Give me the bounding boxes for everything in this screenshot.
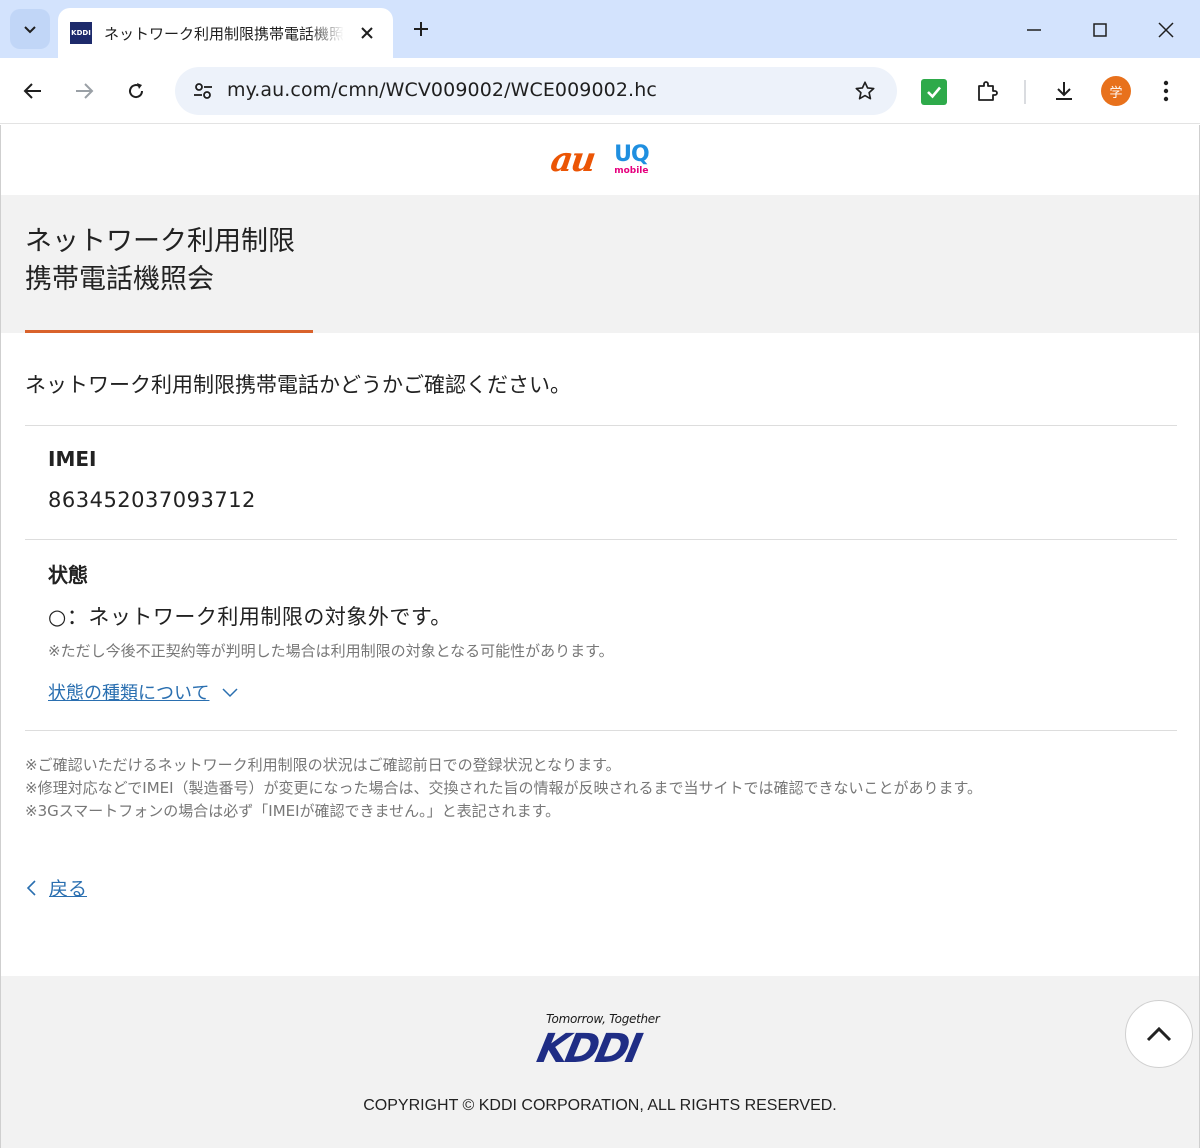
extension-check-button[interactable] [921,79,947,105]
close-window-button[interactable] [1146,10,1186,50]
chevron-down-icon [221,686,239,698]
page-title: ネットワーク利用制限 携帯電話機照会 [25,223,295,299]
toolbar-separator [1024,80,1026,104]
uq-logo-sub: mobile [614,166,649,176]
profile-avatar[interactable]: 学 [1101,76,1131,106]
copyright-text: COPYRIGHT © KDDI CORPORATION, ALL RIGHTS… [363,1097,837,1114]
url-text[interactable]: my.au.com/cmn/WCV009002/WCE009002.hc [227,79,657,101]
arrow-right-icon [76,83,94,99]
kddi-wordmark: KDDI [533,1026,644,1072]
page-title-line2: 携帯電話機照会 [25,264,214,295]
extensions-button[interactable] [967,71,1007,111]
close-icon [1158,22,1174,38]
status-note: ※ただし今後不正契約等が判明した場合は利用制限の対象となる可能性があります。 [48,642,614,660]
status-value: ○：ネットワーク利用制限の対象外です。 [48,605,452,629]
plus-icon [414,22,428,36]
kddi-tagline: Tomorrow, Together [546,1012,660,1026]
browser-menu-button[interactable] [1146,71,1186,111]
page-content: au UQ mobile ネットワーク利用制限 携帯電話機照会 ネットワーク利用… [0,125,1200,1148]
divider [25,730,1177,731]
maximize-button[interactable] [1080,10,1120,50]
chevron-down-icon [24,26,36,34]
imei-label: IMEI [48,447,97,471]
check-icon [927,86,941,99]
kddi-logo[interactable]: Tomorrow, Together KDDI [533,1012,668,1072]
browser-titlebar: KDDI ネットワーク利用制限携帯電話機照会 [0,0,1200,58]
more-vertical-icon [1163,80,1169,102]
divider [25,425,1177,426]
divider [25,539,1177,540]
title-band: ネットワーク利用制限 携帯電話機照会 [1,195,1199,333]
close-icon [361,27,373,39]
star-icon [855,81,875,100]
forward-nav-button[interactable] [64,71,104,111]
status-types-link-label: 状態の種類について [48,683,210,704]
tune-icon [194,83,212,99]
browser-toolbar: my.au.com/cmn/WCV009002/WCE009002.hc [0,58,1200,124]
note-line: ※ご確認いただけるネットワーク利用制限の状況はご確認前日での登録状況となります。 [25,756,621,774]
tab-close-button[interactable] [355,21,379,45]
address-bar[interactable]: my.au.com/cmn/WCV009002/WCE009002.hc [175,67,897,115]
uq-mobile-logo[interactable]: UQ mobile [614,142,650,176]
status-label: 状態 [48,563,88,587]
note-line: ※3Gスマートフォンの場合は必ず「IMEIが確認できません。」と表記されます。 [25,802,561,820]
lead-text: ネットワーク利用制限携帯電話かどうかご確認ください。 [25,373,571,397]
downloads-button[interactable] [1044,71,1084,111]
brand-header: au UQ mobile [1,125,1199,195]
browser-tab-active[interactable]: KDDI ネットワーク利用制限携帯電話機照会 [58,8,393,58]
back-link[interactable]: 戻る [25,874,87,901]
maximize-icon [1093,23,1107,37]
status-types-link[interactable]: 状態の種類について [48,679,239,705]
footer: Tomorrow, Together KDDI COPYRIGHT © KDDI… [1,976,1199,1148]
download-icon [1056,82,1072,100]
new-tab-button[interactable] [406,14,436,44]
back-link-label: 戻る [49,878,88,900]
puzzle-icon [978,81,998,101]
note-line: ※修理対応などでIMEI（製造番号）が変更になった場合は、交換された旨の情報が反… [25,779,983,797]
arrow-left-icon [23,83,41,99]
chevron-left-icon [26,879,36,896]
chevron-up-icon [1146,1026,1172,1042]
notes: ※ご確認いただけるネットワーク利用制限の状況はご確認前日での登録状況となります。… [25,754,982,823]
title-underline [25,330,313,333]
tab-title: ネットワーク利用制限携帯電話機照会 [104,24,344,43]
back-nav-button[interactable] [13,71,53,111]
reload-button[interactable] [116,71,156,111]
scroll-to-top-button[interactable] [1125,1000,1193,1068]
bookmark-button[interactable] [851,77,879,105]
page-title-line1: ネットワーク利用制限 [25,226,295,257]
kddi-favicon-icon: KDDI [70,22,92,44]
minimize-button[interactable] [1014,10,1054,50]
site-settings-button[interactable] [187,75,219,107]
minimize-icon [1027,29,1041,31]
tab-search-button[interactable] [10,9,50,49]
imei-value: 863452037093712 [48,488,256,512]
reload-icon [129,83,144,99]
au-logo[interactable]: au [549,140,597,180]
uq-logo-text: UQ [614,142,650,167]
